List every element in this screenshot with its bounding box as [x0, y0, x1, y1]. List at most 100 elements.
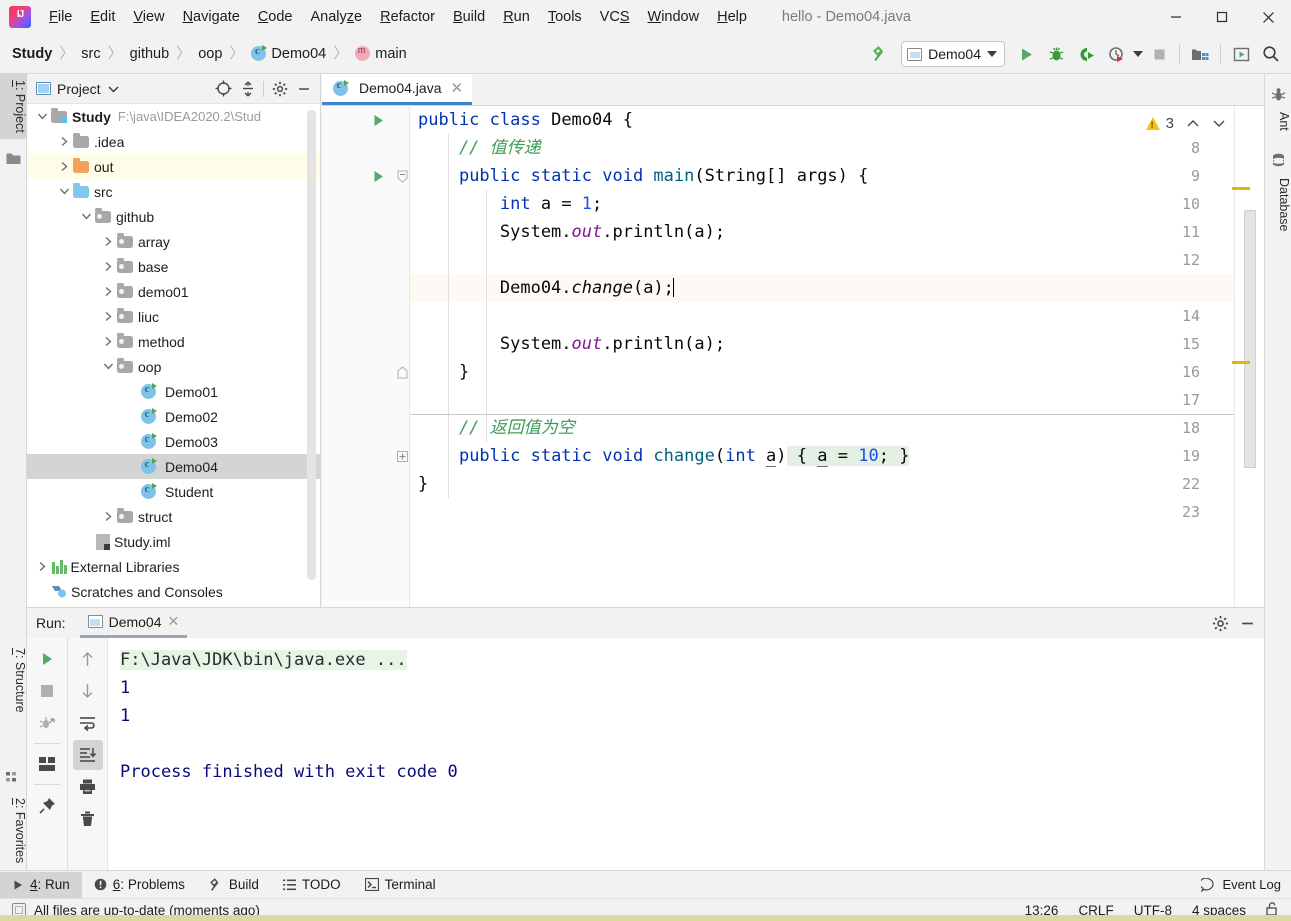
fold-collapse-icon[interactable]	[394, 358, 410, 386]
tool-window-todo[interactable]: TODO	[271, 872, 353, 898]
code-line[interactable]: // 值传递	[410, 134, 1264, 162]
tree-item-demo02[interactable]: Demo02	[27, 404, 320, 429]
tree-item-github[interactable]: github	[27, 204, 320, 229]
menu-item-window[interactable]: Window	[639, 6, 709, 28]
event-log-button[interactable]: Event Log	[1201, 877, 1291, 892]
hammer-icon[interactable]	[866, 40, 894, 68]
menu-item-run[interactable]: Run	[494, 6, 539, 28]
menu-item-code[interactable]: Code	[249, 6, 302, 28]
sidebar-item-project[interactable]: 1: Project	[0, 74, 27, 139]
sidebar-item-structure[interactable]: 7: Structure	[0, 642, 27, 719]
tree-item-array[interactable]: array	[27, 229, 320, 254]
run-icon[interactable]	[1012, 40, 1040, 68]
up-arrow-icon[interactable]	[73, 644, 103, 674]
locate-icon[interactable]	[213, 78, 234, 99]
maximize-icon[interactable]	[1199, 0, 1245, 34]
minimize-icon[interactable]	[1153, 0, 1199, 34]
editor-tab-demo04[interactable]: Demo04.java ✕	[322, 74, 473, 105]
tree-item-src[interactable]: src	[27, 179, 320, 204]
pin-tab-icon[interactable]	[32, 790, 62, 820]
sidebar-item-database[interactable]: Database	[1264, 172, 1291, 238]
editor-body[interactable]: 789101112131415161718192223 public class…	[322, 106, 1264, 607]
chevron-down-icon[interactable]	[79, 209, 94, 224]
run-tab-demo04[interactable]: Demo04 ✕	[79, 608, 188, 638]
menu-item-file[interactable]: File	[40, 6, 81, 28]
project-scrollbar[interactable]	[307, 110, 316, 580]
chevron-down-icon[interactable]	[57, 184, 72, 199]
breadcrumb-item-github[interactable]: github	[130, 46, 170, 62]
inspection-sidebar[interactable]	[1232, 106, 1264, 607]
profiler-chevron-down-icon[interactable]	[1133, 51, 1143, 57]
chevron-down-icon[interactable]	[1212, 116, 1226, 131]
tree-item-scratches-and-consoles[interactable]: Scratches and Consoles	[27, 579, 320, 604]
code-line[interactable]: public static void main(String[] args) {	[410, 162, 1264, 190]
scroll-to-end-icon[interactable]	[72, 740, 103, 770]
code-line[interactable]: // 返回值为空	[410, 414, 1264, 442]
menu-item-help[interactable]: Help	[708, 6, 756, 28]
chevron-right-icon[interactable]	[101, 309, 116, 324]
menu-item-navigate[interactable]: Navigate	[174, 6, 249, 28]
hide-icon[interactable]	[1237, 613, 1258, 634]
tree-item-out[interactable]: out	[27, 154, 320, 179]
code-line[interactable]: }	[410, 358, 1264, 386]
chevron-down-icon[interactable]	[35, 109, 50, 124]
update-project-icon[interactable]	[1227, 40, 1255, 68]
tree-item-demo01[interactable]: demo01	[27, 279, 320, 304]
code-line[interactable]: int a = 1;	[410, 190, 1264, 218]
tree-item-demo03[interactable]: Demo03	[27, 429, 320, 454]
hide-icon[interactable]	[293, 78, 314, 99]
menu-item-tools[interactable]: Tools	[539, 6, 591, 28]
menu-item-view[interactable]: View	[124, 6, 173, 28]
editor-scrollbar[interactable]	[1244, 210, 1256, 468]
run-configuration-selector[interactable]: Demo04	[901, 41, 1005, 67]
run-gutter-icon[interactable]	[370, 106, 386, 134]
chevron-right-icon[interactable]	[101, 259, 116, 274]
code-line[interactable]	[410, 246, 1264, 274]
tree-item-study[interactable]: Study F:\java\IDEA2020.2\Stud	[27, 104, 320, 129]
chevron-right-icon[interactable]	[101, 334, 116, 349]
tree-item-struct[interactable]: struct	[27, 504, 320, 529]
chevron-right-icon[interactable]	[35, 559, 50, 574]
close-icon[interactable]: ✕	[451, 79, 464, 97]
chevron-up-icon[interactable]	[1186, 116, 1200, 131]
code-line[interactable]	[410, 302, 1264, 330]
close-icon[interactable]: ✕	[168, 613, 180, 630]
menu-item-edit[interactable]: Edit	[81, 6, 124, 28]
chevron-down-icon[interactable]	[108, 81, 119, 96]
chevron-right-icon[interactable]	[101, 234, 116, 249]
breadcrumb-item-oop[interactable]: oop	[198, 46, 222, 62]
debug-icon[interactable]	[1042, 40, 1070, 68]
code-line[interactable]	[410, 386, 1264, 414]
breadcrumb-item-src[interactable]: src	[81, 46, 100, 62]
gear-icon[interactable]	[269, 78, 290, 99]
tree-item-base[interactable]: base	[27, 254, 320, 279]
fold-collapse-icon[interactable]	[394, 162, 410, 190]
tree-item--idea[interactable]: .idea	[27, 129, 320, 154]
sidebar-item-favorites[interactable]: 2: Favorites	[0, 792, 27, 869]
tree-item-study-iml[interactable]: Study.iml	[27, 529, 320, 554]
soft-wrap-icon[interactable]	[73, 708, 103, 738]
fold-expand-icon[interactable]	[394, 442, 410, 470]
code-line[interactable]	[410, 498, 1264, 526]
down-arrow-icon[interactable]	[73, 676, 103, 706]
breadcrumb-item-study[interactable]: Study	[12, 46, 52, 62]
project-structure-icon[interactable]	[1186, 40, 1214, 68]
search-everywhere-icon[interactable]	[1257, 40, 1285, 68]
chevron-right-icon[interactable]	[101, 509, 116, 524]
console-output[interactable]: F:\Java\JDK\bin\java.exe ... 1 1 Process f…	[108, 638, 1264, 871]
collapse-all-icon[interactable]	[237, 78, 258, 99]
chevron-right-icon[interactable]	[57, 159, 72, 174]
code-line[interactable]: System.out.println(a);	[410, 218, 1264, 246]
run-with-coverage-icon[interactable]	[1072, 40, 1100, 68]
tree-item-demo04[interactable]: Demo04	[27, 454, 320, 479]
code-line[interactable]: System.out.println(a);	[410, 330, 1264, 358]
tree-item-liuc[interactable]: liuc	[27, 304, 320, 329]
chevron-right-icon[interactable]	[57, 134, 72, 149]
code-line[interactable]: public static void change(int a) { a = 1…	[410, 442, 1264, 470]
breadcrumb-item-main[interactable]: main	[355, 45, 407, 62]
print-icon[interactable]	[73, 772, 103, 802]
warning-marker[interactable]	[1232, 187, 1250, 190]
menu-item-analyze[interactable]: Analyze	[302, 6, 372, 28]
code-line[interactable]: }	[410, 470, 1264, 498]
layout-icon[interactable]	[32, 749, 62, 779]
